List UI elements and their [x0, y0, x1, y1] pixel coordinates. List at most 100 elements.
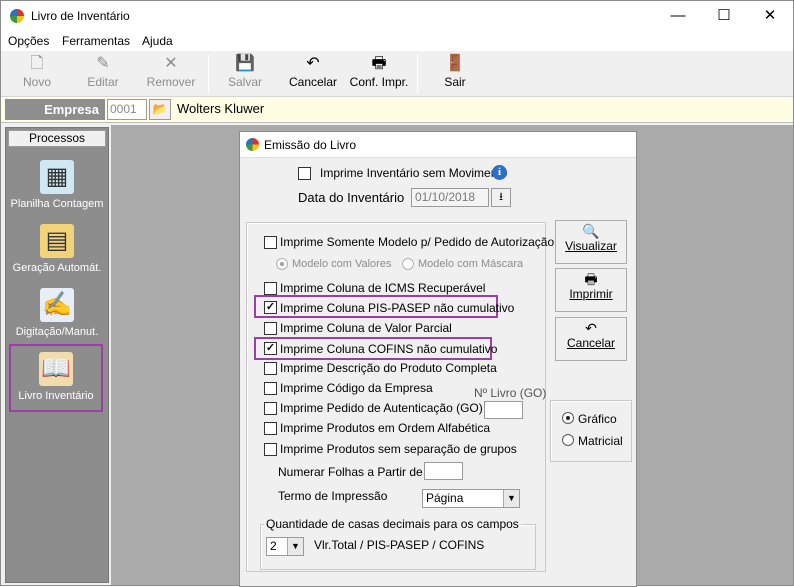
preview-magnifier-icon: 🔍	[582, 223, 600, 239]
termo-label: Termo de Impressão	[278, 489, 388, 503]
toolbar: 🗋 Novo ✎ Editar ✕ Remover 💾 Salvar ↶ Can…	[1, 51, 793, 97]
pedido-aut-checkbox[interactable]	[264, 402, 277, 415]
somente-modelo-checkbox[interactable]	[264, 236, 277, 249]
close-button[interactable]: ✕	[747, 1, 793, 31]
book-icon: 📖	[39, 352, 73, 386]
exit-door-icon: 🚪	[445, 55, 465, 72]
undo-icon: ↶	[306, 55, 320, 72]
menu-ferramentas[interactable]: Ferramentas	[62, 34, 130, 48]
termo-select[interactable]: Página ▼	[422, 489, 520, 508]
matricial-label: Matricial	[578, 434, 623, 448]
typing-icon: ✍	[40, 288, 74, 322]
grafico-radio[interactable]	[562, 412, 574, 424]
decimais-title: Quantidade de casas decimais para os cam…	[264, 517, 521, 531]
sidebar-item-livro-inventario[interactable]: 📖 Livro Inventário	[9, 344, 103, 412]
valor-parcial-checkbox[interactable]	[264, 322, 277, 335]
empresa-name: Wolters Kluwer	[177, 101, 265, 116]
codigo-empresa-label: Imprime Código da Empresa	[280, 381, 433, 395]
undo-icon: ↶	[585, 320, 597, 336]
app-logo-icon	[246, 138, 259, 151]
matricial-radio[interactable]	[562, 434, 574, 446]
menu-ajuda[interactable]: Ajuda	[142, 34, 173, 48]
calendar-dropdown-icon[interactable]: ⭳	[491, 188, 511, 207]
descricao-checkbox[interactable]	[264, 362, 277, 375]
chevron-down-icon: ▼	[503, 490, 519, 507]
data-inventario-label: Data do Inventário	[298, 190, 405, 205]
sidebar-item-geracao-automatica[interactable]: ▤ Geração Automát.	[8, 224, 106, 284]
grafico-label: Gráfico	[578, 412, 617, 426]
printer-settings-icon: 🖶	[371, 55, 387, 72]
valor-parcial-label: Imprime Coluna de Valor Parcial	[280, 321, 452, 335]
cofins-checkbox[interactable]: ✓	[264, 342, 277, 355]
sem-separacao-label: Imprime Produtos sem separação de grupos	[280, 442, 517, 456]
empresa-code-field[interactable]: 0001	[107, 99, 147, 120]
modelo-valores-label: Modelo com Valores	[292, 258, 392, 270]
pis-label: Imprime Coluna PIS-PASEP não cumulativo	[280, 301, 515, 315]
menu-opcoes[interactable]: Opções	[8, 34, 49, 48]
emissao-livro-dialog: Emissão do Livro Imprime Inventário sem …	[239, 131, 637, 587]
salvar-button[interactable]: 💾 Salvar	[217, 53, 273, 95]
new-document-icon: 🗋	[30, 55, 44, 72]
modelo-mascara-radio[interactable]	[402, 258, 414, 270]
data-inventario-field[interactable]: 01/10/2018	[411, 188, 489, 207]
modelo-valores-radio[interactable]	[276, 258, 288, 270]
main-window: Livro de Inventário — ☐ ✕ Opções Ferrame…	[0, 0, 794, 587]
maximize-button[interactable]: ☐	[701, 1, 747, 31]
numerar-field[interactable]	[424, 462, 463, 480]
chevron-down-icon: ▼	[287, 538, 303, 555]
processos-sidebar: Processos ▦ Planilha Contagem ▤ Geração …	[5, 127, 109, 583]
codigo-empresa-checkbox[interactable]	[264, 382, 277, 395]
descricao-label: Imprime Descrição do Produto Completa	[280, 361, 497, 375]
info-icon[interactable]: i	[492, 165, 507, 180]
app-logo-icon	[10, 9, 24, 23]
pis-checkbox[interactable]: ✓	[264, 301, 277, 314]
sair-button[interactable]: 🚪 Sair	[433, 53, 477, 95]
icms-checkbox[interactable]	[264, 282, 277, 295]
automatic-generation-icon: ▤	[40, 224, 74, 258]
somente-modelo-label: Imprime Somente Modelo p/ Pedido de Auto…	[280, 235, 555, 249]
sem-movimento-checkbox[interactable]	[298, 167, 311, 180]
minimize-button[interactable]: —	[655, 1, 701, 31]
printer-icon: 🖶	[584, 271, 598, 287]
conf-impr-button[interactable]: 🖶 Conf. Impr.	[347, 53, 411, 95]
empresa-label: Empresa	[5, 99, 105, 120]
window-title: Livro de Inventário	[31, 9, 130, 23]
nlivro-field[interactable]	[484, 401, 523, 419]
dialog-title: Emissão do Livro	[264, 138, 357, 152]
numerar-label: Numerar Folhas a Partir de :	[278, 465, 430, 479]
sidebar-header: Processos	[8, 130, 106, 147]
remove-icon: ✕	[164, 55, 178, 72]
toolbar-separator	[208, 55, 209, 93]
dialog-title-bar: Emissão do Livro	[240, 132, 636, 158]
novo-button[interactable]: 🗋 Novo	[9, 53, 65, 95]
sem-movimento-label: Imprime Inventário sem Movimento	[320, 166, 508, 180]
cancelar-dialog-button[interactable]: ↶ Cancelar	[555, 317, 627, 361]
empresa-bar: Empresa 0001 📂 Wolters Kluwer	[1, 97, 793, 123]
sidebar-item-digitacao[interactable]: ✍ Digitação/Manut.	[8, 288, 106, 348]
pedido-aut-label: Imprime Pedido de Autenticação (GO)	[280, 401, 483, 415]
visualizar-button[interactable]: 🔍 Visualizar	[555, 220, 627, 264]
open-folder-icon[interactable]: 📂	[149, 99, 171, 120]
menu-bar: Opções Ferramentas Ajuda	[1, 31, 793, 51]
decimais-value: 2	[270, 539, 277, 553]
title-bar: Livro de Inventário — ☐ ✕	[1, 1, 793, 31]
cancelar-toolbar-button[interactable]: ↶ Cancelar	[283, 53, 343, 95]
save-disk-icon: 💾	[235, 55, 255, 72]
sem-separacao-checkbox[interactable]	[264, 443, 277, 456]
edit-document-icon: ✎	[96, 55, 110, 72]
output-frame	[550, 400, 632, 462]
imprimir-button[interactable]: 🖶 Imprimir	[555, 268, 627, 312]
cofins-label: Imprime Coluna COFINS não cumulativo	[280, 342, 498, 356]
editar-button[interactable]: ✎ Editar	[73, 53, 133, 95]
sidebar-item-planilha-contagem[interactable]: ▦ Planilha Contagem	[8, 160, 106, 220]
ordem-alfa-checkbox[interactable]	[264, 422, 277, 435]
toolbar-separator	[417, 55, 418, 93]
icms-label: Imprime Coluna de ICMS Recuperável	[280, 281, 486, 295]
modelo-mascara-label: Modelo com Máscara	[418, 258, 524, 270]
ordem-alfa-label: Imprime Produtos em Ordem Alfabética	[280, 421, 491, 435]
termo-value: Página	[426, 491, 464, 505]
decimais-select[interactable]: 2 ▼	[266, 537, 304, 556]
calculator-icon: ▦	[40, 160, 74, 194]
remover-button[interactable]: ✕ Remover	[141, 53, 201, 95]
decimais-desc: Vlr.Total / PIS-PASEP / COFINS	[314, 538, 485, 552]
